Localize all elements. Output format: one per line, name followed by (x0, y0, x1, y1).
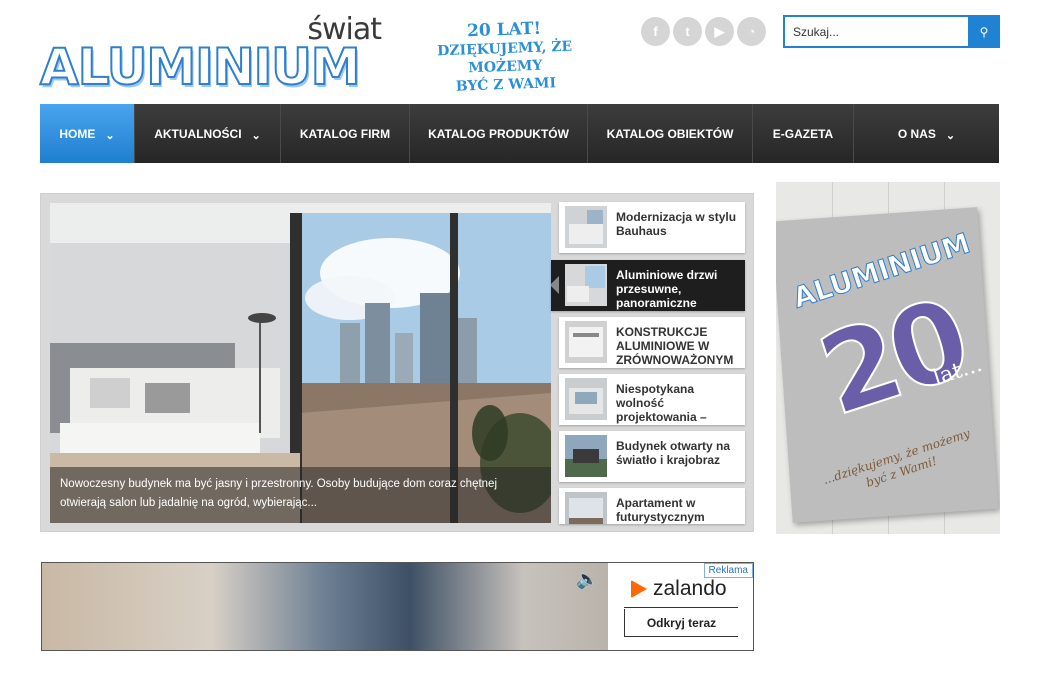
twitter-icon[interactable]: t (673, 17, 702, 46)
brand-name: zalando (653, 577, 727, 600)
thumb-title: Aluminiowe drzwi przesuwne, panoramiczne (616, 268, 718, 310)
social-links: f t ▶ ◔ (641, 17, 766, 46)
thumb-image (565, 321, 607, 363)
slider-thumb[interactable]: KONSTRUKCJE ALUMINIOWE W ZRÓWNOWAŻONYM (559, 317, 745, 368)
speaker-icon[interactable]: 🔈 (576, 569, 598, 590)
magazine-thanks-text: ...dziękujemy, że możemy być z Wami! (821, 426, 972, 490)
nav-item-label: AKTUALNOŚCI (154, 126, 242, 141)
slider-thumb[interactable]: Modernizacja w stylu Bauhaus (559, 202, 745, 253)
nav-item-katalog-produktow[interactable]: KATALOG PRODUKTÓW (410, 104, 588, 163)
nav-item-label: KATALOG PRODUKTÓW (428, 126, 569, 141)
nav-item-label: E-GAZETA (772, 126, 834, 141)
nav-item-label: O NAS (897, 126, 936, 141)
thumb-title: Modernizacja w stylu Bauhaus (616, 210, 737, 238)
featured-image[interactable]: Nowoczesny budynek ma być jasny i przest… (50, 203, 551, 523)
search-box: ⚲ (783, 15, 1000, 48)
thumb-image (565, 435, 607, 477)
nav-item-label: KATALOG OBIEKTÓW (606, 126, 734, 141)
nav-item-label: HOME (59, 126, 96, 141)
thumb-image (565, 378, 607, 420)
nav-item-katalog-obiektow[interactable]: KATALOG OBIEKTÓW (588, 104, 753, 163)
slider-thumb[interactable]: Niespotykana wolność projektowania – (559, 374, 745, 425)
search-input[interactable] (783, 15, 968, 48)
slide-caption: Nowoczesny budynek ma być jasny i przest… (50, 467, 551, 523)
thumb-title: Budynek otwarty na światło i krajobraz (616, 439, 731, 467)
youtube-icon[interactable]: ▶ (705, 17, 734, 46)
chevron-down-icon: ⌄ (945, 129, 956, 142)
main-nav: HOME ⌄ AKTUALNOŚCI ⌄ KATALOG FIRM KATALO… (40, 104, 999, 163)
site-logo[interactable]: świat ALUMINIUM (39, 12, 385, 97)
thumb-title: Niespotykana wolność projektowania – (616, 382, 707, 424)
ad-photo (42, 563, 608, 650)
banner-advertisement[interactable]: Reklama 🔈 zalando Odkryj teraz (41, 562, 754, 651)
featured-slider: Nowoczesny budynek ma być jasny i przest… (40, 193, 754, 532)
rss-icon[interactable]: ◔ (737, 17, 766, 46)
zalando-logo: zalando (631, 577, 727, 601)
slider-thumb[interactable]: Budynek otwarty na światło i krajobraz (559, 431, 745, 482)
search-icon: ⚲ (979, 24, 989, 39)
ad-label[interactable]: Reklama (703, 563, 753, 578)
nav-item-katalog-firm[interactable]: KATALOG FIRM (281, 104, 410, 163)
search-button[interactable]: ⚲ (968, 15, 1000, 48)
anniversary-badge: 20 LAT! DZIĘKUJEMY, ŻE MOŻEMY BYĆ Z WAMI (404, 17, 606, 98)
nav-item-aktualnosci[interactable]: AKTUALNOŚCI ⌄ (135, 104, 281, 163)
thumb-title: KONSTRUKCJE ALUMINIOWE W ZRÓWNOWAŻONYM (616, 325, 734, 367)
thumb-image (565, 206, 607, 248)
zalando-logo-icon (631, 580, 647, 598)
thumb-title: Apartament w futurystycznym (616, 496, 705, 524)
slider-thumb-active[interactable]: Aluminiowe drzwi przesuwne, panoramiczne (551, 260, 745, 311)
thumb-image (565, 492, 607, 524)
slider-thumb[interactable]: Apartament w futurystycznym (559, 488, 745, 524)
chevron-down-icon: ⌄ (251, 129, 261, 142)
nav-item-o-nas[interactable]: O NAS ⌄ (854, 104, 999, 163)
nav-item-e-gazeta[interactable]: E-GAZETA (753, 104, 854, 163)
discover-now-button[interactable]: Odkryj teraz (624, 609, 738, 637)
divider (624, 607, 738, 608)
magazine-cover: ALUMINIUM 20 lat... ...dziękujemy, że mo… (776, 207, 999, 523)
thumb-image (565, 264, 607, 306)
logo-aluminium-text: ALUMINIUM (39, 37, 362, 97)
nav-item-label: KATALOG FIRM (299, 126, 391, 141)
chevron-down-icon: ⌄ (105, 129, 115, 142)
nav-item-home[interactable]: HOME ⌄ (40, 104, 135, 163)
side-advertisement[interactable]: ALUMINIUM 20 lat... ...dziękujemy, że mo… (776, 182, 1000, 534)
facebook-icon[interactable]: f (641, 17, 670, 46)
